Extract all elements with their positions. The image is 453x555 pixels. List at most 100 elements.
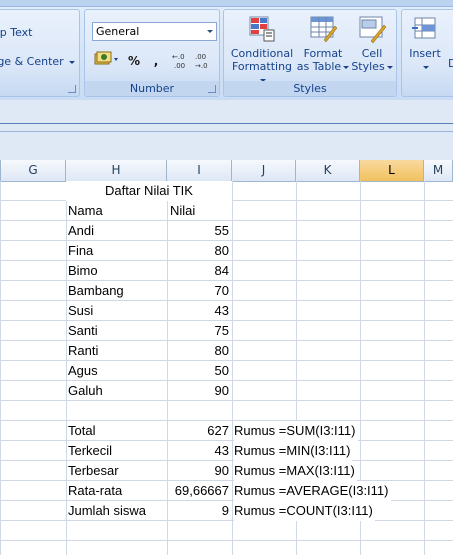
student-score-cell[interactable]: 90	[167, 381, 229, 401]
insert-icon	[412, 17, 436, 39]
cell-styles-icon	[359, 16, 387, 44]
column-header-l[interactable]: L	[360, 160, 424, 181]
column-header-m[interactable]: M	[424, 160, 453, 181]
student-name-cell[interactable]: Agus	[68, 361, 98, 381]
student-score-cell[interactable]: 70	[167, 281, 229, 301]
header-name-cell[interactable]: Nama	[68, 201, 103, 221]
conditional-formatting-label-2: Formatting	[231, 60, 293, 73]
summary-label-cell[interactable]: Total	[68, 421, 95, 441]
divider	[0, 131, 453, 132]
conditional-formatting-button[interactable]: Conditional Formatting	[228, 14, 296, 86]
alignment-group: ap Text rge & Center	[0, 9, 80, 97]
cell-styles-label-1: Cell	[361, 47, 383, 60]
decrease-decimal-icon: .00 →.0	[195, 53, 208, 70]
summary-label-cell[interactable]: Rata-rata	[68, 481, 122, 501]
student-score-cell[interactable]: 50	[167, 361, 229, 381]
column-header-i[interactable]: I	[167, 160, 232, 181]
dialog-launcher-icon[interactable]	[208, 85, 216, 93]
student-score-cell[interactable]: 75	[167, 321, 229, 341]
format-as-table-label-1: Format	[303, 47, 343, 60]
student-name-cell[interactable]: Santi	[68, 321, 98, 341]
insert-button[interactable]: Insert	[404, 14, 446, 73]
formula-note-cell[interactable]: Rumus =SUM(I3:I11)	[234, 421, 358, 441]
divider	[0, 123, 453, 124]
summary-value-cell[interactable]: 627	[167, 421, 229, 441]
cell-styles-button[interactable]: Cell Styles	[350, 14, 394, 73]
number-group: General % , ←.0 .00 .00 →.0 Number	[84, 9, 220, 97]
conditional-formatting-label-1: Conditional	[230, 47, 294, 60]
format-as-table-icon	[310, 16, 338, 43]
styles-group: Conditional Formatting Format as Table C…	[223, 9, 397, 97]
format-as-table-button[interactable]: Format as Table	[296, 14, 350, 73]
summary-value-cell[interactable]: 9	[167, 501, 229, 521]
svg-text:.00: .00	[195, 53, 206, 61]
column-headers: G H I J K L M	[0, 160, 453, 182]
formula-bar-area	[0, 100, 453, 160]
svg-text:←.0: ←.0	[172, 53, 185, 61]
decrease-decimal-button[interactable]: .00 →.0	[193, 51, 215, 71]
percent-style-button[interactable]: %	[123, 51, 145, 71]
comma-style-button[interactable]: ,	[147, 51, 165, 71]
gridline	[0, 181, 1, 555]
percent-label: %	[127, 54, 141, 68]
ribbon: ap Text rge & Center General % ,	[0, 0, 453, 101]
svg-text:.00: .00	[174, 62, 185, 70]
chevron-down-icon	[69, 60, 76, 64]
column-header-k[interactable]: K	[296, 160, 360, 181]
worksheet-grid[interactable]: Daftar Nilai TIK Nama Nilai Andi 55 Fina…	[0, 181, 453, 555]
chevron-down-icon	[207, 30, 213, 33]
formula-note-cell[interactable]: Rumus =MAX(I3:I11)	[234, 461, 357, 481]
chevron-down-icon	[343, 65, 350, 69]
column-header-g[interactable]: G	[1, 160, 66, 181]
accounting-format-button[interactable]	[91, 51, 123, 71]
summary-value-cell[interactable]: 43	[167, 441, 229, 461]
increase-decimal-icon: ←.0 .00	[172, 53, 185, 70]
formula-note-cell[interactable]: Rumus =MIN(I3:I11)	[234, 441, 353, 461]
column-header-j[interactable]: J	[232, 160, 296, 181]
student-score-cell[interactable]: 43	[167, 301, 229, 321]
dialog-launcher-icon[interactable]	[68, 85, 76, 93]
student-score-cell[interactable]: 84	[167, 261, 229, 281]
summary-label-cell[interactable]: Terkecil	[68, 441, 112, 461]
wrap-text-button[interactable]: ap Text	[0, 26, 32, 39]
comma-label: ,	[153, 54, 159, 68]
summary-label-cell[interactable]: Jumlah siswa	[68, 501, 146, 521]
summary-label-cell[interactable]: Terbesar	[68, 461, 119, 481]
chevron-down-icon	[423, 65, 429, 69]
chevron-down-icon	[386, 65, 393, 69]
gridline	[66, 181, 67, 555]
number-group-label: Number	[85, 81, 219, 96]
student-name-cell[interactable]: Fina	[68, 241, 93, 261]
student-score-cell[interactable]: 80	[167, 341, 229, 361]
gridline	[0, 540, 453, 541]
student-name-cell[interactable]: Susi	[68, 301, 93, 321]
student-score-cell[interactable]: 80	[167, 241, 229, 261]
student-score-cell[interactable]: 55	[167, 221, 229, 241]
formula-note-cell[interactable]: Rumus =COUNT(I3:I11)	[234, 501, 375, 521]
increase-decimal-button[interactable]: ←.0 .00	[171, 51, 193, 71]
merge-center-button[interactable]: rge & Center	[0, 55, 76, 68]
wrap-text-label: ap Text	[0, 26, 33, 39]
currency-icon	[94, 51, 118, 65]
header-value-cell[interactable]: Nilai	[170, 201, 195, 221]
table-title[interactable]: Daftar Nilai TIK	[66, 181, 232, 201]
gridline	[232, 181, 233, 555]
number-format-dropdown[interactable]: General	[92, 22, 217, 41]
summary-value-cell[interactable]: 90	[167, 461, 229, 481]
delete-label: D	[448, 57, 453, 70]
formula-note-cell[interactable]: Rumus =AVERAGE(I3:I11)	[234, 481, 391, 501]
delete-button[interactable]: D	[448, 57, 453, 70]
title-bar	[0, 0, 453, 7]
gridline	[424, 181, 425, 555]
student-name-cell[interactable]: Bimo	[68, 261, 98, 281]
svg-text:→.0: →.0	[195, 62, 208, 70]
student-name-cell[interactable]: Andi	[68, 221, 94, 241]
insert-label: Insert	[409, 47, 441, 60]
column-header-h[interactable]: H	[66, 160, 167, 181]
student-name-cell[interactable]: Galuh	[68, 381, 103, 401]
student-name-cell[interactable]: Bambang	[68, 281, 124, 301]
conditional-formatting-icon	[249, 16, 275, 42]
summary-value-cell[interactable]: 69,66667	[167, 481, 229, 501]
student-name-cell[interactable]: Ranti	[68, 341, 98, 361]
number-format-value: General	[96, 25, 140, 38]
